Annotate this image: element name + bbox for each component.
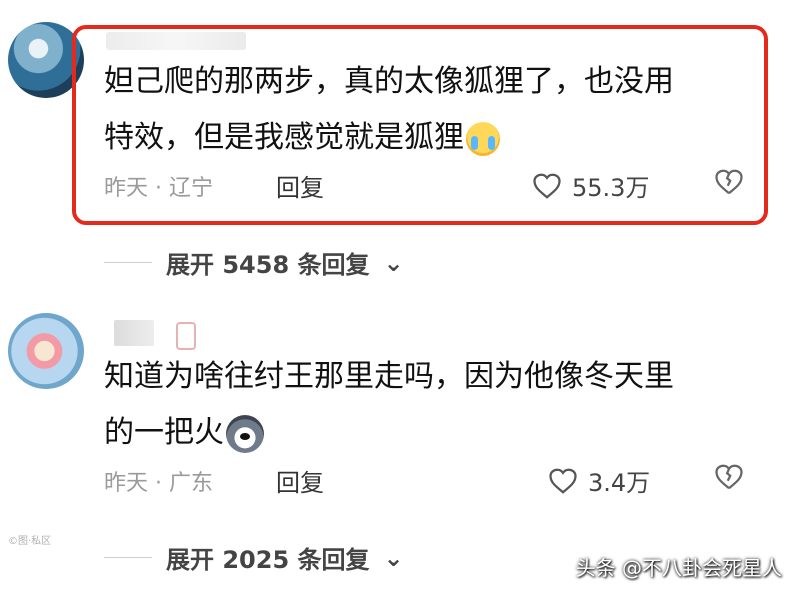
divider-line: [104, 262, 152, 263]
reply-button[interactable]: 回复: [276, 463, 324, 498]
expand-replies-label: 展开 5458 条回复: [166, 251, 370, 279]
reply-button[interactable]: 回复: [276, 168, 324, 203]
chevron-down-icon: ⌄: [383, 248, 404, 277]
crying-emoji-icon: [466, 121, 500, 156]
expand-replies-label: 展开 2025 条回复: [166, 546, 370, 574]
avatar[interactable]: [8, 313, 84, 389]
site-watermark: ©图·私区: [8, 536, 52, 547]
divider-line: [104, 557, 152, 558]
heart-icon: [533, 173, 561, 199]
expand-replies[interactable]: 展开 2025 条回复 ⌄: [104, 540, 404, 575]
comment-text-line-2: 特效，但是我感觉就是狐狸: [104, 120, 464, 155]
expand-replies[interactable]: 展开 5458 条回复 ⌄: [104, 245, 404, 280]
dislike-button[interactable]: [714, 463, 744, 497]
date-location: 昨天 · 广东: [104, 471, 213, 496]
comment-text-line-1: 妲己爬的那两步，真的太像狐狸了，也没用: [104, 64, 674, 99]
comment-text-line-2: 的一把火: [104, 415, 224, 450]
comment-text: 知道为啥往纣王那里走吗，因为他像冬天里 的一把火: [104, 349, 734, 461]
source-watermark: 头条 @不八卦会死星人: [575, 556, 782, 580]
comment-text-line-1: 知道为啥往纣王那里走吗，因为他像冬天里: [104, 359, 674, 394]
heart-icon: [549, 468, 577, 494]
date-location: 昨天 · 辽宁: [104, 176, 213, 201]
comment-text: 妲己爬的那两步，真的太像狐狸了，也没用 特效，但是我感觉就是狐狸: [104, 54, 734, 166]
user-badge-icon: [176, 322, 196, 350]
like-button[interactable]: 55.3万: [532, 168, 649, 203]
broken-heart-icon: [715, 169, 743, 195]
like-button[interactable]: 3.4万: [548, 463, 650, 498]
broken-heart-icon: [715, 464, 743, 490]
like-count: 3.4万: [588, 469, 651, 497]
username-blurred: [114, 320, 154, 346]
chevron-down-icon: ⌄: [383, 543, 404, 572]
dislike-button[interactable]: [714, 168, 744, 202]
husky-emoji-icon: [226, 414, 264, 453]
like-count: 55.3万: [572, 174, 650, 202]
